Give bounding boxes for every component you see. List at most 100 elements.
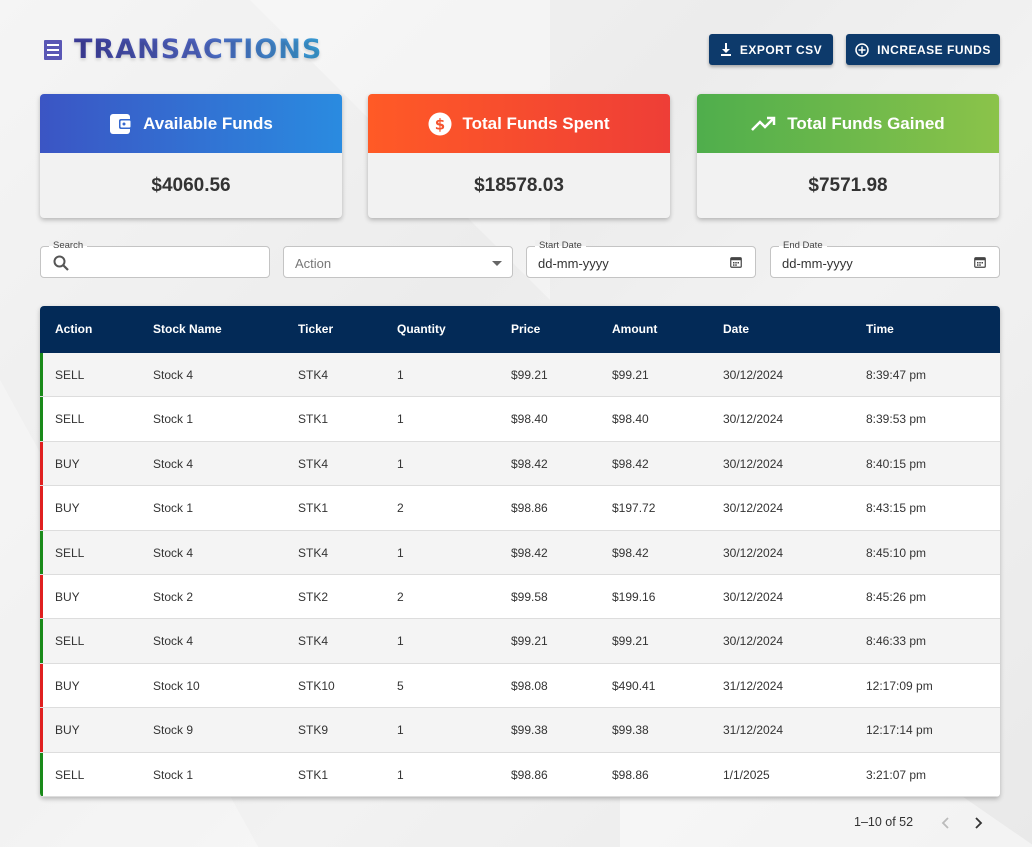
action-select[interactable]: Action [283, 246, 513, 278]
cell-action: SELL [55, 368, 85, 382]
cell-price: $99.21 [511, 634, 548, 649]
cell-name: Stock 1 [153, 501, 194, 516]
search-icon [53, 255, 69, 271]
table-row[interactable]: BUY Stock 10 STK10 5 $98.08 $490.41 31/12/2024… [40, 663, 1000, 709]
cell-name: Stock 4 [153, 368, 194, 382]
cell-time: 8:45:26 pm [866, 589, 927, 604]
cell-date: 30/12/2024 [723, 589, 784, 604]
table-row[interactable]: SELL Stock 4 STK4 1 $98.42 $98.42 30/12/2024 8:… [40, 530, 1000, 575]
svg-text:$: $ [435, 115, 445, 133]
search-field[interactable]: Search [40, 240, 270, 278]
cell-ticker: STK4 [298, 368, 329, 382]
cell-ticker: STK4 [298, 545, 329, 560]
cell-price: $98.08 [511, 678, 548, 693]
cell-time: 8:45:10 pm [866, 545, 927, 560]
card-title: Total Funds Gained [787, 113, 945, 133]
table-row[interactable]: SELL Stock 4 STK4 1 $99.21 $99.21 30/12/2024 8:… [40, 353, 1000, 398]
table-row[interactable]: BUY Stock 9 STK9 1 $99.38 $99.38 31/12/2024 12:… [40, 708, 1000, 753]
cell-amount: $99.21 [612, 634, 649, 649]
table-row[interactable]: BUY Stock 2 STK2 2 $99.58 $199.16 30/12/2024 8:… [40, 574, 1000, 620]
card-header: Available Funds [40, 94, 342, 153]
cell-price: $98.86 [511, 767, 548, 782]
calendar-icon[interactable] [974, 256, 986, 268]
cell-action: SELL [55, 767, 85, 782]
cell-date: 30/12/2024 [723, 456, 784, 471]
start-date-label: Start Date [535, 240, 586, 252]
cell-name: Stock 2 [153, 589, 194, 604]
column-header[interactable]: Action [55, 322, 92, 336]
table-row[interactable]: SELL Stock 1 STK1 1 $98.86 $98.86 1/1/2025 3:21… [40, 752, 1000, 797]
cell-action: BUY [55, 501, 80, 516]
cell-amount: $98.42 [612, 456, 649, 471]
column-header[interactable]: Time [866, 322, 894, 336]
column-header[interactable]: Amount [612, 322, 657, 336]
cell-date: 30/12/2024 [723, 368, 784, 382]
cell-price: $98.42 [511, 456, 548, 471]
chevron-down-icon [492, 261, 502, 266]
cell-amount: $98.40 [612, 412, 649, 427]
table-row[interactable]: BUY Stock 4 STK4 1 $98.42 $98.42 30/12/2024 8:4… [40, 441, 1000, 487]
cell-date: 1/1/2025 [723, 767, 770, 782]
chevron-left-icon[interactable] [940, 816, 952, 830]
column-header[interactable]: Stock Name [153, 322, 222, 336]
cell-date: 30/12/2024 [723, 412, 784, 427]
cell-date: 30/12/2024 [723, 545, 784, 560]
calendar-icon[interactable] [730, 256, 742, 268]
cell-action: BUY [55, 723, 80, 738]
cell-name: Stock 4 [153, 545, 194, 560]
action-indicator [40, 441, 43, 486]
total-gained-value: $7571.98 [808, 174, 888, 196]
table-body: SELL Stock 4 STK4 1 $99.21 $99.21 30/12/2024 8:… [40, 353, 1000, 797]
search-input[interactable] [77, 254, 257, 272]
increase-funds-button[interactable]: INCREASE FUNDS [846, 34, 1000, 65]
action-indicator [40, 397, 43, 441]
export-csv-button[interactable]: EXPORT CSV [709, 34, 833, 65]
table-row[interactable]: SELL Stock 1 STK1 1 $98.40 $98.40 30/12/2024 8:… [40, 397, 1000, 442]
cell-action: SELL [55, 634, 85, 649]
column-header[interactable]: Quantity [397, 322, 446, 336]
cell-amount: $98.86 [612, 767, 649, 782]
start-date-field[interactable]: Start Date [526, 240, 756, 278]
cell-action: SELL [55, 545, 85, 560]
transactions-table: Action Stock Name Ticker Quantity Price … [40, 306, 1000, 797]
table-row[interactable]: BUY Stock 1 STK1 2 $98.86 $197.72 30/12/2024 8:… [40, 486, 1000, 531]
cell-name: Stock 1 [153, 767, 194, 782]
cell-date: 31/12/2024 [723, 723, 784, 738]
cell-price: $99.58 [511, 589, 548, 604]
card-title: Total Funds Spent [462, 113, 610, 133]
cell-price: $99.21 [511, 368, 548, 382]
download-icon [720, 43, 731, 56]
cell-name: Stock 9 [153, 723, 194, 738]
action-indicator [40, 530, 43, 574]
cell-time: 8:43:15 pm [866, 501, 927, 516]
receipt-icon [44, 39, 62, 60]
action-indicator [40, 752, 43, 796]
cell-qty: 1 [397, 545, 404, 560]
start-date-input[interactable] [538, 254, 718, 272]
card-title: Available Funds [143, 113, 273, 133]
cell-name: Stock 4 [153, 456, 194, 471]
end-date-field[interactable]: End Date [770, 240, 1000, 278]
cell-qty: 1 [397, 456, 404, 471]
action-indicator [40, 353, 43, 397]
end-date-input[interactable] [782, 254, 962, 272]
action-indicator [40, 619, 43, 663]
column-header[interactable]: Ticker [298, 322, 333, 336]
cell-amount: $490.41 [612, 678, 656, 693]
trending-up-icon [751, 116, 776, 131]
chevron-right-icon[interactable] [972, 816, 984, 830]
cell-price: $99.38 [511, 723, 548, 738]
wallet-icon [110, 113, 133, 134]
table-row[interactable]: SELL Stock 4 STK4 1 $99.21 $99.21 30/12/2024 8:… [40, 619, 1000, 664]
available-funds-value: $4060.56 [151, 174, 231, 196]
cell-amount: $99.21 [612, 368, 649, 382]
column-header[interactable]: Price [511, 322, 540, 336]
cell-time: 8:39:53 pm [866, 412, 927, 427]
column-header[interactable]: Date [723, 322, 749, 336]
page-title: TRANSACTIONS [74, 34, 323, 65]
cell-amount: $98.42 [612, 545, 649, 560]
cell-ticker: STK4 [298, 456, 329, 471]
cell-amount: $199.16 [612, 589, 656, 604]
cell-ticker: STK1 [298, 412, 329, 427]
action-indicator [40, 663, 43, 708]
